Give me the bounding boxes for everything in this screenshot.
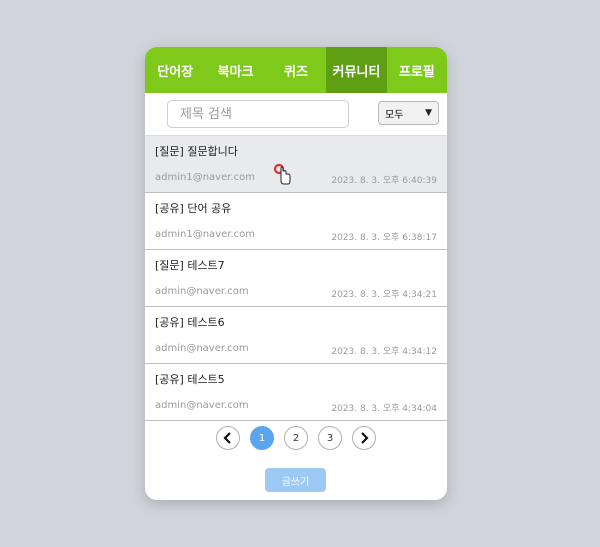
chevron-right-icon <box>361 432 369 444</box>
post-date: 2023. 8. 3. 오후 4:34:21 <box>331 290 437 300</box>
page-button-3[interactable]: 3 <box>318 426 342 450</box>
post-date: 2023. 8. 3. 오후 4:34:12 <box>331 347 437 357</box>
post-item[interactable]: [질문] 테스트7 admin@naver.com 2023. 8. 3. 오후… <box>145 250 447 307</box>
post-title: [질문] 질문합니다 <box>155 145 238 158</box>
post-date: 2023. 8. 3. 오후 6:40:39 <box>331 176 437 186</box>
post-author: admin1@naver.com <box>155 229 255 240</box>
post-title: [공유] 테스트6 <box>155 316 225 329</box>
filter-selected-label: 모두 <box>385 109 404 121</box>
tab-quiz[interactable]: 퀴즈 <box>266 47 326 93</box>
post-title: [질문] 테스트7 <box>155 259 225 272</box>
post-list: [질문] 질문합니다 admin1@naver.com 2023. 8. 3. … <box>145 135 447 421</box>
category-filter-select[interactable]: 모두 ▼ <box>378 101 439 125</box>
post-item[interactable]: [공유] 테스트6 admin@naver.com 2023. 8. 3. 오후… <box>145 307 447 364</box>
post-author: admin@naver.com <box>155 400 249 411</box>
tab-bookmark[interactable]: 북마크 <box>205 47 265 93</box>
post-author: admin1@naver.com <box>155 172 255 183</box>
tab-profile[interactable]: 프로필 <box>387 47 447 93</box>
page-button-2[interactable]: 2 <box>284 426 308 450</box>
pagination: 1 2 3 <box>145 426 447 452</box>
write-post-button[interactable]: 글쓰기 <box>265 468 326 492</box>
post-title: [공유] 단어 공유 <box>155 202 232 215</box>
post-date: 2023. 8. 3. 오후 6:38:17 <box>331 233 437 243</box>
post-author: admin@naver.com <box>155 343 249 354</box>
next-page-button[interactable] <box>352 426 376 450</box>
top-nav: 단어장 북마크 퀴즈 커뮤니티 프로필 <box>145 47 447 93</box>
community-card: 단어장 북마크 퀴즈 커뮤니티 프로필 모두 ▼ [질문] 질문합니다 admi… <box>145 47 447 500</box>
prev-page-button[interactable] <box>216 426 240 450</box>
chevron-down-icon: ▼ <box>425 108 432 118</box>
post-item[interactable]: [질문] 질문합니다 admin1@naver.com 2023. 8. 3. … <box>145 135 447 193</box>
post-item[interactable]: [공유] 단어 공유 admin1@naver.com 2023. 8. 3. … <box>145 193 447 250</box>
mouse-pointer-icon <box>273 163 291 185</box>
search-input[interactable] <box>167 100 349 128</box>
post-title: [공유] 테스트5 <box>155 373 225 386</box>
search-row: 모두 ▼ <box>145 93 447 135</box>
post-date: 2023. 8. 3. 오후 4:34:04 <box>331 404 437 414</box>
chevron-left-icon <box>223 432 231 444</box>
post-item[interactable]: [공유] 테스트5 admin@naver.com 2023. 8. 3. 오후… <box>145 364 447 421</box>
page-button-1[interactable]: 1 <box>250 426 274 450</box>
post-author: admin@naver.com <box>155 286 249 297</box>
tab-vocabulary[interactable]: 단어장 <box>145 47 205 93</box>
tab-community[interactable]: 커뮤니티 <box>326 47 387 93</box>
